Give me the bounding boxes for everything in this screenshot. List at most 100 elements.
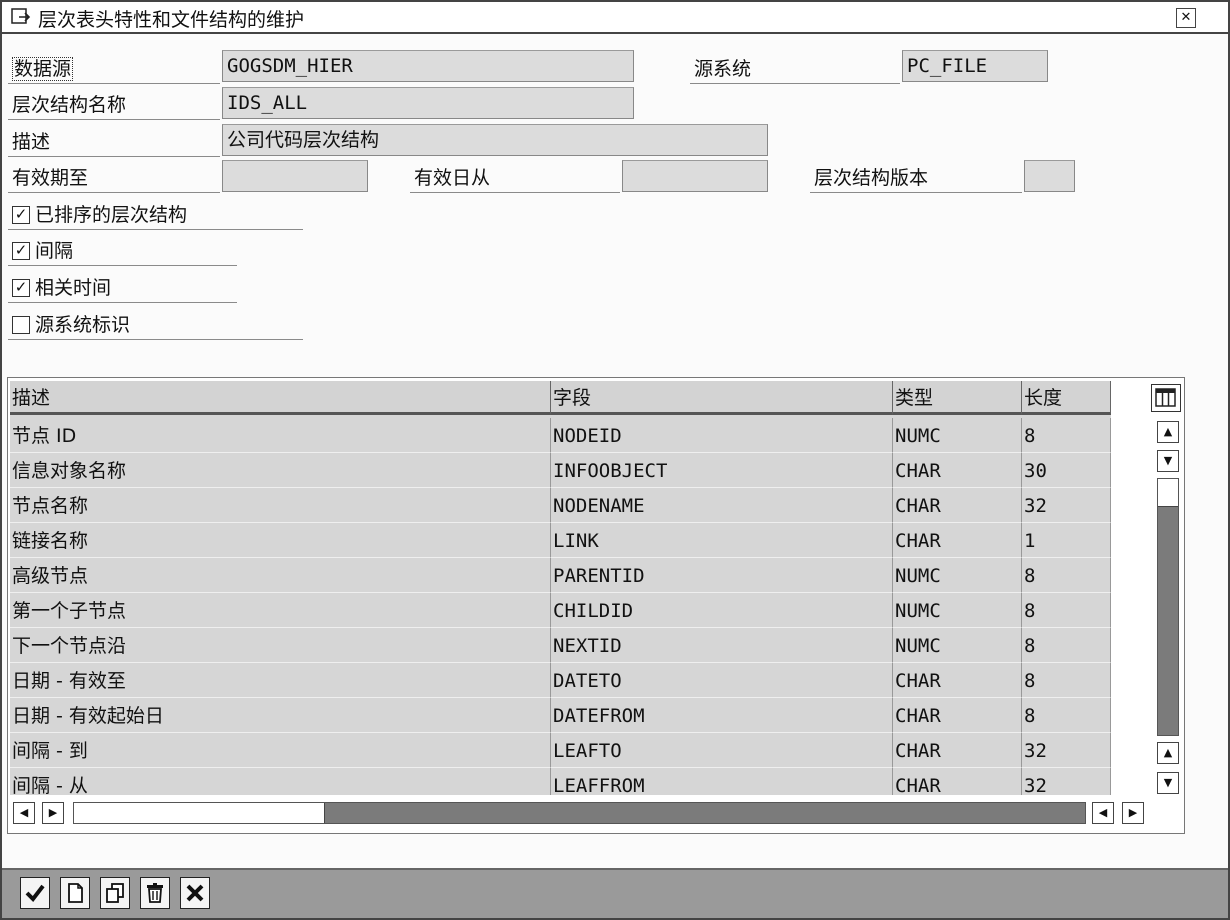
- cell-type[interactable]: NUMC: [893, 628, 1022, 663]
- cell-length[interactable]: 8: [1022, 663, 1111, 698]
- datasource-field[interactable]: GOGSDM_HIER: [222, 50, 634, 82]
- cell-length[interactable]: 32: [1022, 768, 1111, 795]
- cell-length[interactable]: 8: [1022, 698, 1111, 733]
- cell-description[interactable]: 间隔 - 从: [10, 768, 551, 795]
- window-title: 层次表头特性和文件结构的维护: [38, 9, 305, 31]
- cell-length[interactable]: 8: [1022, 418, 1111, 453]
- cell-length[interactable]: 32: [1022, 733, 1111, 768]
- column-header-description[interactable]: 描述: [10, 381, 551, 415]
- table-row[interactable]: 日期 - 有效至 DATETO CHAR 8: [10, 663, 1111, 698]
- valid-from-field[interactable]: [622, 160, 768, 192]
- checkbox-source-system-id[interactable]: 源系统标识: [8, 310, 303, 340]
- valid-to-field[interactable]: [222, 160, 368, 192]
- table-settings-icon[interactable]: [1151, 384, 1181, 412]
- cell-description[interactable]: 日期 - 有效至: [10, 663, 551, 698]
- table-row[interactable]: 节点 ID NODEID NUMC 8: [10, 418, 1111, 453]
- source-system-field[interactable]: PC_FILE: [902, 50, 1048, 82]
- cell-type[interactable]: CHAR: [893, 663, 1022, 698]
- dialog-window: 层次表头特性和文件结构的维护 ✕ 数据源 GOGSDM_HIER 源系统 PC_…: [0, 0, 1230, 920]
- cell-type[interactable]: CHAR: [893, 488, 1022, 523]
- arrow-up-icon[interactable]: ▲: [1157, 742, 1179, 764]
- cell-description[interactable]: 节点名称: [10, 488, 551, 523]
- hierarchy-name-field[interactable]: IDS_ALL: [222, 87, 634, 119]
- cell-field[interactable]: NEXTID: [551, 628, 893, 663]
- arrow-right-icon[interactable]: ▶: [1122, 802, 1144, 824]
- table-row[interactable]: 间隔 - 从 LEAFFROM CHAR 32: [10, 768, 1111, 795]
- cell-description[interactable]: 链接名称: [10, 523, 551, 558]
- cell-description[interactable]: 日期 - 有效起始日: [10, 698, 551, 733]
- hierarchy-version-field[interactable]: [1024, 160, 1075, 192]
- new-document-icon[interactable]: [60, 877, 90, 909]
- arrow-down-icon[interactable]: ▼: [1157, 450, 1179, 472]
- cell-type[interactable]: CHAR: [893, 733, 1022, 768]
- table-row[interactable]: 日期 - 有效起始日 DATEFROM CHAR 8: [10, 698, 1111, 733]
- cell-description[interactable]: 下一个节点沿: [10, 628, 551, 663]
- cell-field[interactable]: DATEFROM: [551, 698, 893, 733]
- cell-length[interactable]: 32: [1022, 488, 1111, 523]
- cell-description[interactable]: 第一个子节点: [10, 593, 551, 628]
- arrow-down-icon[interactable]: ▼: [1157, 772, 1179, 794]
- cell-field[interactable]: DATETO: [551, 663, 893, 698]
- cell-type[interactable]: CHAR: [893, 453, 1022, 488]
- cell-length[interactable]: 8: [1022, 558, 1111, 593]
- cell-description[interactable]: 节点 ID: [10, 418, 551, 453]
- cell-field[interactable]: NODENAME: [551, 488, 893, 523]
- checkbox-label: 相关时间: [35, 277, 112, 299]
- cell-type[interactable]: CHAR: [893, 698, 1022, 733]
- cell-length[interactable]: 8: [1022, 628, 1111, 663]
- source-system-label: 源系统: [690, 52, 900, 84]
- description-field[interactable]: 公司代码层次结构: [222, 124, 768, 156]
- cell-type[interactable]: CHAR: [893, 768, 1022, 795]
- table-row[interactable]: 第一个子节点 CHILDID NUMC 8: [10, 593, 1111, 628]
- cell-field[interactable]: INFOOBJECT: [551, 453, 893, 488]
- cell-field[interactable]: LEAFTO: [551, 733, 893, 768]
- cell-field[interactable]: PARENTID: [551, 558, 893, 593]
- checkbox-unchecked-icon[interactable]: [12, 316, 30, 334]
- table-row[interactable]: 信息对象名称 INFOOBJECT CHAR 30: [10, 453, 1111, 488]
- vertical-scroll-thumb[interactable]: [1158, 479, 1178, 507]
- cell-type[interactable]: NUMC: [893, 593, 1022, 628]
- table-grid: 描述 字段 类型 长度 节点 ID NODEID NUMC 8 信息对象名称 INFOOB…: [10, 381, 1111, 795]
- cell-field[interactable]: CHILDID: [551, 593, 893, 628]
- arrow-up-icon[interactable]: ▲: [1157, 421, 1179, 443]
- table-row[interactable]: 节点名称 NODENAME CHAR 32: [10, 488, 1111, 523]
- table-row[interactable]: 下一个节点沿 NEXTID NUMC 8: [10, 628, 1111, 663]
- cell-field[interactable]: LEAFFROM: [551, 768, 893, 795]
- cancel-icon[interactable]: [180, 877, 210, 909]
- horizontal-scrollbar[interactable]: [73, 802, 1086, 824]
- checkmark-icon[interactable]: [20, 877, 50, 909]
- column-header-type[interactable]: 类型: [893, 381, 1022, 415]
- arrow-left-icon[interactable]: ◀: [13, 802, 35, 824]
- checkbox-interval[interactable]: ✓ 间隔: [8, 236, 237, 266]
- cell-length[interactable]: 1: [1022, 523, 1111, 558]
- cell-length[interactable]: 30: [1022, 453, 1111, 488]
- cell-description[interactable]: 高级节点: [10, 558, 551, 593]
- cell-description[interactable]: 间隔 - 到: [10, 733, 551, 768]
- table-row[interactable]: 高级节点 PARENTID NUMC 8: [10, 558, 1111, 593]
- checkbox-checked-icon[interactable]: ✓: [12, 279, 30, 297]
- checkbox-checked-icon[interactable]: ✓: [12, 206, 30, 224]
- arrow-left-icon[interactable]: ◀: [1092, 802, 1114, 824]
- close-icon[interactable]: ✕: [1176, 8, 1196, 28]
- column-header-field[interactable]: 字段: [551, 381, 893, 415]
- cell-description[interactable]: 信息对象名称: [10, 453, 551, 488]
- checkbox-label: 源系统标识: [35, 314, 131, 336]
- table-row[interactable]: 链接名称 LINK CHAR 1: [10, 523, 1111, 558]
- arrow-right-icon[interactable]: ▶: [42, 802, 64, 824]
- cell-type[interactable]: NUMC: [893, 558, 1022, 593]
- cell-field[interactable]: LINK: [551, 523, 893, 558]
- column-header-length[interactable]: 长度: [1022, 381, 1111, 415]
- cell-type[interactable]: NUMC: [893, 418, 1022, 453]
- checkbox-checked-icon[interactable]: ✓: [12, 242, 30, 260]
- copy-icon[interactable]: [100, 877, 130, 909]
- cell-field[interactable]: NODEID: [551, 418, 893, 453]
- delete-icon[interactable]: [140, 877, 170, 909]
- cell-length[interactable]: 8: [1022, 593, 1111, 628]
- checkbox-time-dependent[interactable]: ✓ 相关时间: [8, 273, 237, 303]
- cell-type[interactable]: CHAR: [893, 523, 1022, 558]
- checkbox-sorted-hierarchy[interactable]: ✓ 已排序的层次结构: [8, 200, 303, 230]
- horizontal-scroll-thumb[interactable]: [74, 803, 325, 823]
- vertical-scrollbar[interactable]: [1157, 478, 1179, 736]
- table-row[interactable]: 间隔 - 到 LEAFTO CHAR 32: [10, 733, 1111, 768]
- window-icon: [11, 8, 31, 24]
